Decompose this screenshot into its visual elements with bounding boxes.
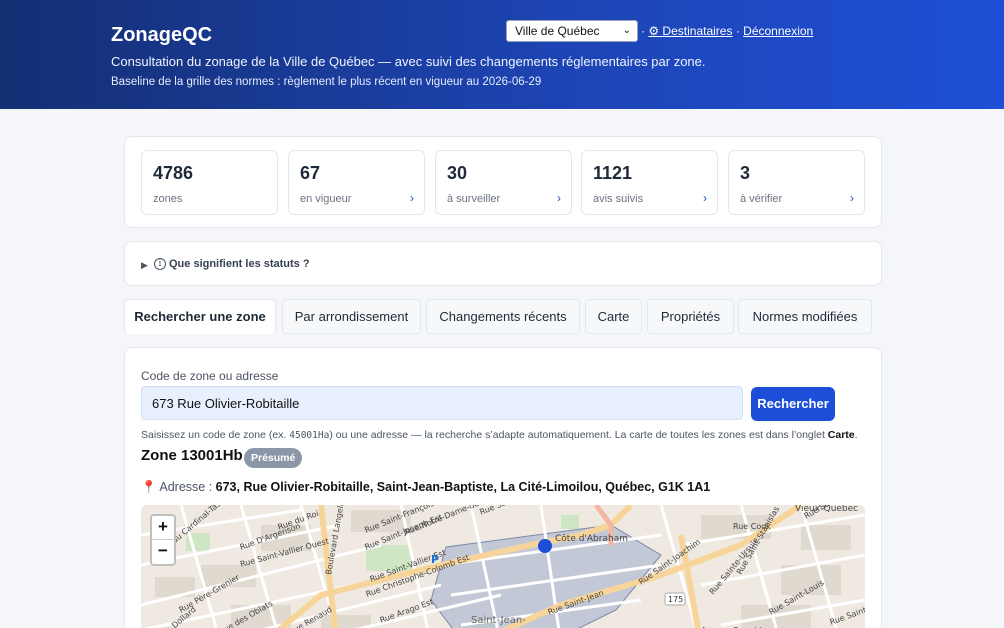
chevron-right-icon: ›	[703, 191, 707, 205]
chevron-right-icon: ›	[410, 191, 414, 205]
tab-recent-changes[interactable]: Changements récents	[426, 299, 580, 334]
stats-panel: 4786 zones 67 en vigueur › 30 à surveill…	[124, 136, 882, 228]
svg-text:P: P	[431, 553, 439, 566]
zoom-in-button[interactable]: +	[152, 516, 174, 540]
stat-label: à surveiller	[447, 193, 501, 205]
chevron-right-icon: ›	[850, 191, 854, 205]
city-select[interactable]: Ville de Québec ⌄	[506, 20, 638, 42]
map-pin-icon: 📍	[141, 480, 157, 494]
disclosure-triangle-icon: ▶	[141, 260, 148, 270]
zone-title: Zone 13001Hb	[141, 447, 243, 464]
statuses-disclosure[interactable]: ▶ i Que signifient les statuts ?	[124, 241, 882, 286]
stat-value: 3	[740, 163, 751, 183]
svg-text:175: 175	[668, 595, 683, 604]
map-tab-reference: Carte	[827, 429, 855, 441]
stat-to-verify[interactable]: 3 à vérifier ›	[728, 150, 865, 215]
link-separator: ·	[641, 24, 645, 38]
zone-map[interactable]: Vieux-Québec Rue Cook Côte d'Abraham Rue…	[141, 505, 865, 628]
stat-to-watch[interactable]: 30 à surveiller ›	[435, 150, 572, 215]
city-select-value: Ville de Québec	[515, 24, 600, 38]
header-links: · ⚙ Destinataires · Déconnexion	[641, 24, 813, 38]
svg-text:Saint-Jean-: Saint-Jean-	[471, 615, 526, 626]
tab-properties[interactable]: Propriétés	[647, 299, 734, 334]
svg-text:Côte d'Abraham: Côte d'Abraham	[555, 533, 628, 544]
link-separator: ·	[735, 24, 740, 38]
stat-label: avis suivis	[593, 193, 644, 205]
stat-value: 4786	[153, 163, 194, 183]
stat-value: 1121	[593, 163, 633, 183]
stat-notices-tracked[interactable]: 1121 avis suivis ›	[581, 150, 718, 215]
app-subtitle: Consultation du zonage de la Ville de Qu…	[111, 54, 706, 69]
app-brand[interactable]: ZonageQC	[111, 24, 212, 47]
map-zoom-control: + −	[150, 514, 176, 566]
location-marker	[538, 539, 552, 553]
baseline-note: Baseline de la grille des normes : règle…	[111, 76, 542, 88]
search-input[interactable]: 673 Rue Olivier-Robitaille	[141, 386, 743, 420]
stat-label: zones	[153, 193, 183, 205]
stat-value: 67	[300, 163, 321, 183]
stat-label: à vérifier	[740, 193, 783, 205]
zoom-out-button[interactable]: −	[152, 540, 174, 564]
info-icon: i	[154, 258, 166, 270]
tab-by-borough[interactable]: Par arrondissement	[282, 299, 421, 334]
chevron-down-icon: ⌄	[622, 25, 631, 36]
logout-link[interactable]: Déconnexion	[743, 24, 813, 38]
address-prefix: Adresse :	[156, 480, 216, 494]
example-code: 45001Ha	[289, 430, 330, 441]
app-header: ZonageQC Consultation du zonage de la Vi…	[0, 0, 1004, 109]
address-line: 📍 Adresse : 673, Rue Olivier-Robitaille,…	[141, 480, 710, 495]
map-tiles: Vieux-Québec Rue Cook Côte d'Abraham Rue…	[141, 505, 865, 628]
address-value: 673, Rue Olivier-Robitaille, Saint-Jean-…	[215, 480, 711, 494]
tab-map[interactable]: Carte	[585, 299, 642, 334]
status-badge: Présumé	[244, 448, 303, 468]
search-panel: Code de zone ou adresse 673 Rue Olivier-…	[124, 347, 882, 628]
search-hint: Saisissez un code de zone (ex. 45001Ha) …	[141, 429, 858, 441]
search-button[interactable]: Rechercher	[751, 387, 835, 421]
search-field-label: Code de zone ou adresse	[141, 369, 279, 383]
stat-value: 30	[447, 163, 468, 183]
statuses-disclosure-label: Que signifient les statuts ?	[169, 258, 310, 270]
chevron-right-icon: ›	[557, 191, 561, 205]
stat-zones: 4786 zones	[141, 150, 278, 215]
stat-label: en vigueur	[300, 193, 352, 205]
stat-in-force[interactable]: 67 en vigueur ›	[288, 150, 425, 215]
recipients-link[interactable]: ⚙ Destinataires	[648, 24, 732, 38]
tab-search-zone[interactable]: Rechercher une zone	[124, 299, 276, 334]
tab-modified-norms[interactable]: Normes modifiées	[738, 299, 872, 334]
